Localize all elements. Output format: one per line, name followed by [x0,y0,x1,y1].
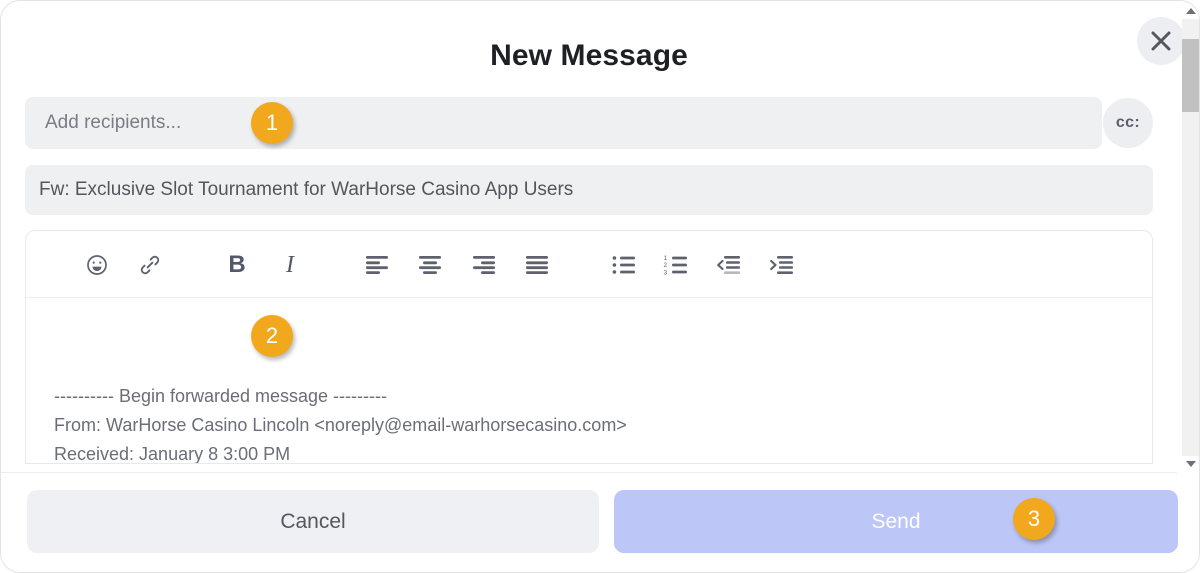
align-justify-button[interactable] [521,249,553,281]
link-button[interactable] [134,249,166,281]
bold-icon: B [228,251,246,278]
cc-button[interactable]: cc: [1103,98,1153,148]
outdent-button[interactable] [713,249,745,281]
italic-icon: I [286,252,294,278]
emoji-button[interactable] [81,249,113,281]
compose-message-dialog: New Message cc: [0,0,1200,573]
annotation-badge-1: 1 [251,102,293,144]
numbered-list-button[interactable]: 1 2 3 [660,249,692,281]
align-left-icon [364,255,390,275]
page-title: New Message [490,39,688,72]
scrollbar-track[interactable] [1182,17,1199,471]
svg-text:3: 3 [664,269,668,275]
align-center-icon [417,255,443,275]
subject-input[interactable] [25,165,1153,215]
message-body-input[interactable]: ---------- Begin forwarded message -----… [26,298,1152,463]
align-right-button[interactable] [468,249,500,281]
scroll-up-arrow-icon[interactable] [1182,3,1199,19]
indent-icon [769,255,795,275]
link-icon [138,253,162,277]
italic-button[interactable]: I [274,249,306,281]
formatting-toolbar: B I 1 2 3 [26,231,1152,298]
numbered-list-icon: 1 2 3 [663,255,689,275]
align-right-icon [471,255,497,275]
close-x-icon [1150,30,1172,52]
dialog-footer: Cancel Send [1,472,1178,572]
bulleted-list-button[interactable] [608,249,640,281]
scroll-down-arrow-icon[interactable] [1182,456,1199,472]
align-justify-icon [524,255,550,275]
outdent-icon [716,255,742,275]
indent-button[interactable] [766,249,798,281]
scrollbar-thumb[interactable] [1182,39,1199,112]
svg-text:1: 1 [664,255,668,262]
annotation-badge-3: 3 [1013,498,1055,540]
annotation-badge-2: 2 [251,315,293,357]
svg-text:2: 2 [664,262,668,269]
close-button[interactable] [1137,17,1185,65]
align-left-button[interactable] [361,249,393,281]
message-editor: B I 1 2 3 ---------- Begin forwarded mes… [25,230,1153,464]
bold-button[interactable]: B [221,249,253,281]
recipients-input[interactable] [25,97,1102,149]
align-center-button[interactable] [414,249,446,281]
bulleted-list-icon [611,255,637,275]
cancel-button[interactable]: Cancel [27,490,599,553]
emoji-icon [85,253,109,277]
send-button[interactable]: Send [614,490,1178,553]
vertical-scrollbar[interactable] [1182,1,1199,572]
